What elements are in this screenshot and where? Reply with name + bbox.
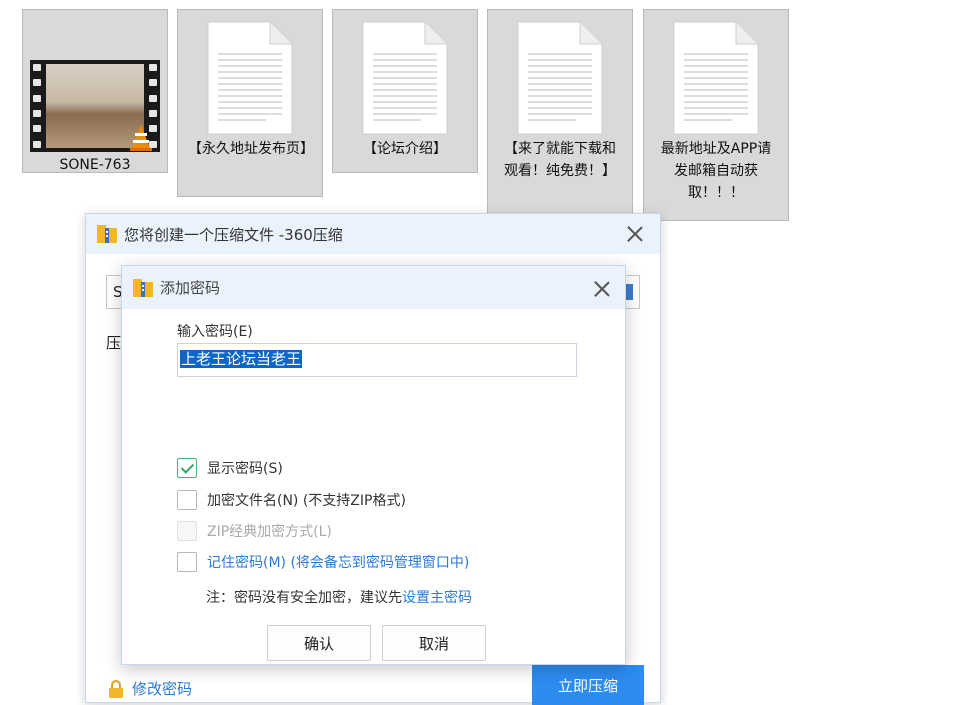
remember-password-label: 记住密码(M) (将会备忘到密码管理窗口中) [207,555,470,571]
document-icon [673,21,759,135]
ok-button[interactable]: 确认 [267,625,371,661]
zip-classic-checkbox [177,521,197,541]
file-name: 【论坛介绍】 [363,141,447,157]
remember-password-checkbox[interactable] [177,552,197,572]
360zip-app-icon [97,225,117,243]
show-password-checkbox[interactable] [177,458,197,478]
document-icon [517,21,603,135]
zip-classic-encryption-option: ZIP经典加密方式(L) [177,521,332,541]
document-icon [362,21,448,135]
security-note-text: 注：密码没有安全加密，建议先 [206,590,402,606]
document-icon [207,21,293,135]
encrypt-filenames-checkbox[interactable] [177,490,197,510]
close-icon[interactable] [624,223,646,245]
video-thumbnail [30,20,160,152]
file-tile-document[interactable]: 【永久地址发布页】 [177,9,323,197]
compress-now-button[interactable]: 立即压缩 [532,665,644,705]
dialog-title: 添加密码 [160,279,221,297]
cancel-button[interactable]: 取消 [382,625,486,661]
remember-password-option[interactable]: 记住密码(M) (将会备忘到密码管理窗口中) [177,552,469,572]
file-name: SONE-763 [59,157,131,173]
encrypt-filenames-option[interactable]: 加密文件名(N) (不支持ZIP格式) [177,490,406,510]
encrypt-filenames-label: 加密文件名(N) (不支持ZIP格式) [207,493,406,509]
compress-window-titlebar[interactable]: 您将创建一个压缩文件 -360压缩 [86,214,660,254]
password-input[interactable]: 上老王论坛当老王 [177,343,577,377]
security-note: 注：密码没有安全加密，建议先设置主密码 [206,587,472,607]
zip-classic-label: ZIP经典加密方式(L) [207,524,332,540]
add-password-dialog: 添加密码 输入密码(E) 上老王论坛当老王 显示密码(S) 加密文件名(N) (… [121,265,626,665]
close-icon[interactable] [591,278,613,300]
modify-password-label: 修改密码 [132,680,193,698]
file-tile-document[interactable]: 【来了就能下载和观看！纯免费！】 [487,9,633,221]
file-name: 【永久地址发布页】 [188,141,314,157]
360zip-app-icon [133,278,153,297]
window-title: 您将创建一个压缩文件 -360压缩 [124,225,343,244]
file-name: 【来了就能下载和观看！纯免费！】 [504,141,616,179]
show-password-option[interactable]: 显示密码(S) [177,458,283,478]
file-tile-document[interactable]: 最新地址及APP请发邮箱自动获取！！！ [643,9,789,221]
vlc-cone-icon [130,125,152,151]
file-name: 最新地址及APP请发邮箱自动获取！！！ [660,141,772,201]
compress-options-label: 压 [106,334,122,352]
password-value: 上老王论坛当老王 [180,350,303,368]
password-dialog-titlebar[interactable]: 添加密码 [122,266,625,309]
show-password-label: 显示密码(S) [207,461,283,477]
set-master-password-link[interactable]: 设置主密码 [402,590,472,606]
password-field-label: 输入密码(E) [177,324,253,340]
modify-password-link[interactable]: 修改密码 [108,678,192,699]
file-tile-document[interactable]: 【论坛介绍】 [332,9,478,173]
file-tile-video[interactable]: SONE-763 [22,9,168,173]
